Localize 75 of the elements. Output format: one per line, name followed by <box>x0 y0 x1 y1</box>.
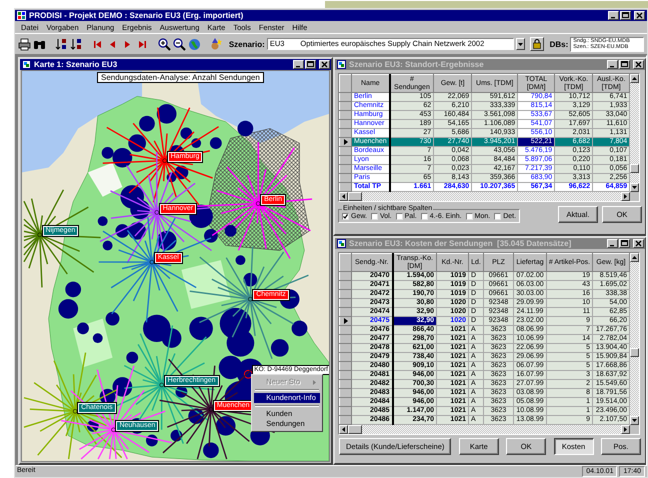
wizard-icon[interactable] <box>210 38 223 50</box>
window-title: Szenario EU3: Kosten der Sendungen [35.045 Datensätze] <box>349 239 572 248</box>
close-button[interactable] <box>633 60 644 69</box>
scroll-up-button[interactable] <box>630 74 640 83</box>
close-button[interactable] <box>319 60 330 69</box>
window-icon[interactable] <box>22 60 31 69</box>
db-label: DBs: <box>550 40 568 48</box>
scroll-up-button[interactable] <box>630 253 639 262</box>
vertical-scrollbar[interactable] <box>630 253 639 425</box>
left-arrow-icon <box>342 194 345 199</box>
window-icon[interactable] <box>337 60 346 69</box>
maximize-icon <box>621 61 628 68</box>
window-title: Karte 1: Szenario EU3 <box>34 60 118 69</box>
maximize-button[interactable] <box>619 60 630 69</box>
sort-descending-icon[interactable] <box>70 38 83 50</box>
left-arrow-icon <box>342 427 345 432</box>
scroll-down-button[interactable] <box>630 416 639 425</box>
zoom-out-icon[interactable] <box>173 38 186 50</box>
close-icon <box>635 61 642 68</box>
maximize-button[interactable] <box>305 60 316 69</box>
checkbox[interactable] <box>342 213 349 220</box>
sort-ascending-icon[interactable] <box>54 38 68 50</box>
vertical-scrollbar[interactable] <box>630 74 640 192</box>
right-arrow-icon <box>624 194 628 199</box>
scroll-right-button[interactable] <box>621 425 630 434</box>
zoom-in-icon[interactable] <box>158 38 172 50</box>
down-arrow-icon <box>632 419 637 422</box>
checkbox[interactable] <box>396 213 403 220</box>
close-icon <box>635 240 642 247</box>
close-button[interactable] <box>633 239 644 248</box>
scrollbar-thumb[interactable] <box>348 425 362 434</box>
row-pointer-icon <box>344 318 348 324</box>
app-icon[interactable] <box>17 11 26 20</box>
scrollbar-thumb[interactable] <box>348 192 362 201</box>
close-icon <box>636 12 643 19</box>
horizontal-scrollbar[interactable] <box>339 425 630 434</box>
row-pointer-icon <box>344 139 348 145</box>
close-icon <box>321 61 328 68</box>
checkbox[interactable] <box>370 213 378 220</box>
up-arrow-icon <box>632 77 638 80</box>
checkbox[interactable] <box>420 213 428 220</box>
lock-button[interactable] <box>530 37 544 51</box>
checkbox[interactable] <box>494 213 502 220</box>
maximize-button[interactable] <box>620 11 631 20</box>
maximize-button[interactable] <box>619 239 630 248</box>
scroll-left-button[interactable] <box>339 192 348 201</box>
maximize-icon <box>307 61 314 68</box>
app-title: PRODISI - Projekt DEMO : Szenario EU3 (Erg. importiert) <box>29 11 244 20</box>
minimize-button[interactable] <box>293 60 304 69</box>
caret-icon <box>518 42 523 46</box>
up-arrow-icon <box>632 256 637 259</box>
horizontal-scrollbar[interactable] <box>339 192 630 201</box>
window-title: Szenario EU3: Standort-Ergebnisse <box>349 60 485 69</box>
minimize-button[interactable] <box>608 11 619 20</box>
maximize-icon <box>621 240 628 247</box>
scrollbar-thumb[interactable] <box>630 164 640 173</box>
submenu-arrow-icon <box>313 380 316 385</box>
scenario-label: Szenario: <box>228 40 265 48</box>
padlock-icon <box>532 39 541 49</box>
minimize-button[interactable] <box>607 239 618 248</box>
printer-icon[interactable] <box>18 38 31 50</box>
scrollbar-thumb[interactable] <box>630 348 639 357</box>
right-arrow-icon <box>624 427 627 432</box>
map-caption: Sendungsdaten-Analyse: Anzahl Sendungen <box>97 72 264 83</box>
dropdown-button[interactable] <box>516 38 526 50</box>
window-icon[interactable] <box>337 239 346 248</box>
scroll-left-button[interactable] <box>339 425 348 434</box>
close-button[interactable] <box>634 11 645 20</box>
maximize-icon <box>622 12 629 19</box>
scroll-down-button[interactable] <box>630 183 640 192</box>
down-arrow-icon <box>632 186 638 189</box>
checkbox[interactable] <box>466 213 473 220</box>
minimize-button[interactable] <box>607 60 618 69</box>
scroll-right-button[interactable] <box>621 192 630 201</box>
check-icon <box>343 214 348 219</box>
